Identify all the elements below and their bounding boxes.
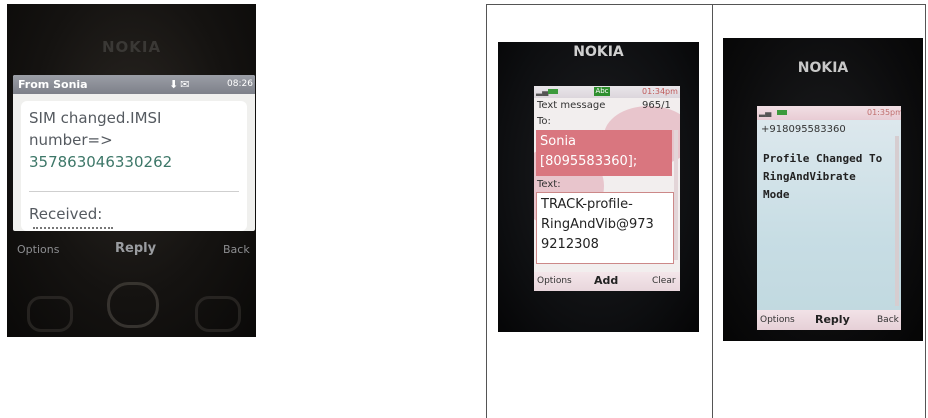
message-line-2: number=> bbox=[29, 131, 113, 149]
phone-screen: From Sonia ⬇✉ 08:26 SIM changed.IMSI num… bbox=[13, 75, 255, 231]
input-mode-badge: Abc bbox=[594, 87, 610, 96]
phone-screen: ▂▄ Abc 01:34pm Text message 965/1 To: So… bbox=[534, 86, 680, 291]
nokia-logo: NOKIA bbox=[573, 44, 624, 60]
nokia-logo: NOKIA bbox=[797, 60, 849, 76]
character-counter: 965/1 bbox=[642, 100, 671, 111]
sender-number: +918095583360 bbox=[761, 124, 846, 135]
options-softkey[interactable]: Options bbox=[760, 315, 795, 325]
add-softkey[interactable]: Add bbox=[594, 274, 618, 287]
text-line: RingAndVib@973 bbox=[541, 217, 654, 232]
recipient-number: [8095583360]; bbox=[540, 154, 638, 169]
message-line-1: SIM changed.IMSI bbox=[29, 109, 162, 127]
divider bbox=[29, 191, 239, 192]
right-key[interactable] bbox=[195, 296, 241, 332]
text-label: Text: bbox=[537, 179, 561, 190]
phone-screen: ▂▄ 01:35pm +918095583360 Profile Changed… bbox=[757, 106, 901, 330]
reply-softkey[interactable]: Reply bbox=[115, 241, 156, 256]
sender-label: From Sonia bbox=[18, 78, 88, 91]
signal-icon: ▂▄ bbox=[536, 87, 549, 96]
text-line: 9212308 bbox=[541, 237, 599, 252]
text-line: TRACK-profile- bbox=[541, 197, 633, 212]
imsi-number: 357863046330262 bbox=[29, 153, 173, 171]
reply-softkey[interactable]: Reply bbox=[815, 313, 850, 326]
recipient-name: Sonia bbox=[540, 134, 577, 149]
envelope-icon: ⬇✉ bbox=[169, 78, 192, 91]
screen-title: Text message bbox=[537, 100, 606, 111]
table-divider bbox=[712, 4, 713, 418]
battery-icon bbox=[777, 110, 787, 115]
phone-photo-compose: NOKIA ▂▄ Abc 01:34pm Text message 965/1 … bbox=[498, 42, 699, 332]
navigation-key[interactable] bbox=[107, 282, 159, 328]
message-text-field[interactable]: TRACK-profile- RingAndVib@973 9212308 bbox=[536, 192, 674, 264]
options-softkey[interactable]: Options bbox=[17, 243, 59, 256]
options-softkey[interactable]: Options bbox=[537, 276, 572, 286]
back-softkey[interactable]: Back bbox=[223, 243, 250, 256]
header-time: 08:26 bbox=[227, 79, 253, 89]
cut-off-timestamp bbox=[33, 227, 113, 231]
phone-photo-reply: NOKIA ▂▄ 01:35pm +918095583360 Profile C… bbox=[723, 38, 923, 341]
softkey-bar: Options Add Clear bbox=[534, 272, 680, 291]
back-softkey[interactable]: Back bbox=[877, 315, 899, 325]
message-body: SIM changed.IMSI number=> 35786304633026… bbox=[21, 101, 247, 231]
message-header: From Sonia ⬇✉ 08:26 bbox=[13, 75, 255, 94]
nokia-logo: NOKIA bbox=[101, 38, 162, 56]
received-label: Received: bbox=[29, 205, 103, 223]
message-line: Profile Changed To bbox=[763, 152, 883, 165]
message-line: RingAndVibrate bbox=[763, 170, 856, 183]
message-line: Mode bbox=[763, 188, 790, 201]
clear-softkey[interactable]: Clear bbox=[652, 276, 676, 286]
signal-icon: ▂▄ bbox=[759, 108, 772, 117]
status-time: 01:34pm bbox=[642, 87, 678, 96]
scrollbar[interactable] bbox=[895, 136, 899, 306]
scrollbar[interactable] bbox=[674, 130, 678, 260]
battery-icon bbox=[548, 89, 558, 94]
softkey-bar: Options Reply Back bbox=[7, 240, 256, 260]
to-label: To: bbox=[537, 116, 551, 127]
status-time: 01:35pm bbox=[867, 108, 901, 117]
left-key[interactable] bbox=[27, 296, 73, 332]
recipient-field[interactable]: Sonia [8095583360]; bbox=[536, 130, 672, 176]
softkey-bar: Options Reply Back bbox=[757, 310, 901, 330]
phone-photo-sim-alert: NOKIA From Sonia ⬇✉ 08:26 SIM changed.IM… bbox=[7, 4, 256, 337]
